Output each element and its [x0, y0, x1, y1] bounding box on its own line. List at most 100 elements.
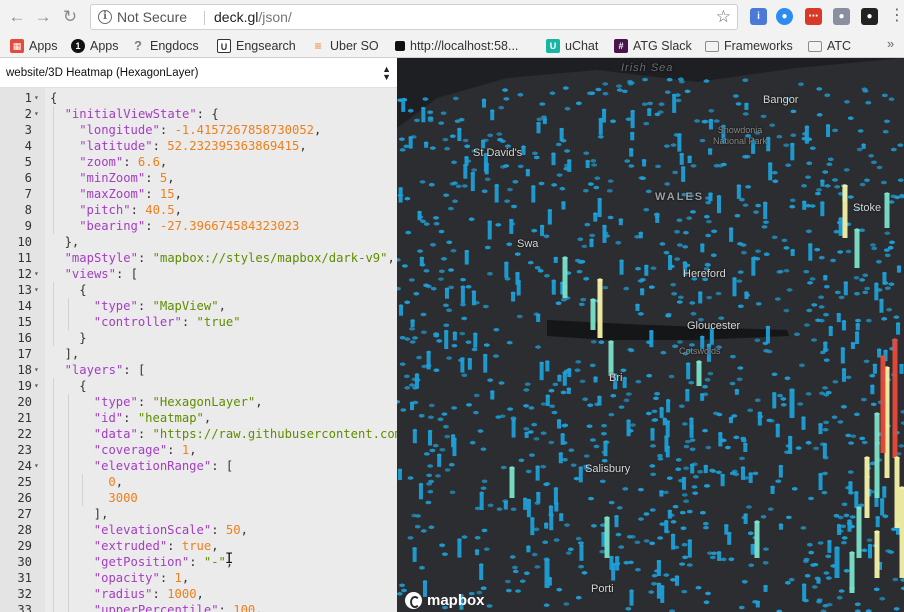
code-text: },	[65, 234, 80, 250]
code-token: "initialViewState"	[64, 107, 197, 121]
code-line[interactable]: 9 "bearing": -27.396674584323023	[0, 218, 397, 234]
bookmark-atg-slack[interactable]: # ATG Slack	[614, 37, 692, 55]
code-line[interactable]: 14 "type": "MapView",	[0, 298, 397, 314]
code-line[interactable]: 2 ▾ "initialViewState": {	[0, 106, 397, 122]
extension-robot-icon[interactable]: ●	[833, 8, 850, 25]
bookmark-label: Engdocs	[150, 39, 199, 53]
extension-glasses-icon[interactable]: ●	[861, 8, 878, 25]
fold-toggle-icon[interactable]: ▾	[34, 90, 39, 106]
reload-icon[interactable]: ↻	[59, 6, 81, 28]
code-line[interactable]: 20 "type": "HexagonLayer",	[0, 394, 397, 410]
bookmark-label: Uber SO	[330, 39, 379, 53]
bookmarks-overflow-icon[interactable]: »	[887, 36, 894, 51]
code-line[interactable]: 26 3000	[0, 490, 397, 506]
code-line[interactable]: 3 "longitude": -1.4157267858730052,	[0, 122, 397, 138]
code-line[interactable]: 18 ▾ "layers": [	[0, 362, 397, 378]
fold-toggle-icon[interactable]: ▾	[34, 378, 39, 394]
fold-toggle-icon[interactable]: ▾	[34, 282, 39, 298]
tall-hex-column	[789, 390, 795, 418]
tall-hex-column	[880, 357, 886, 453]
code-token: "-"	[203, 555, 226, 569]
url-text[interactable]: deck.gl/json/	[214, 9, 292, 25]
code-line[interactable]: 22 "data": "https://raw.githubusercontent…	[0, 426, 397, 442]
hex-column	[664, 436, 669, 452]
code-token: "HexagonLayer"	[152, 395, 256, 409]
code-line[interactable]: 5 "zoom": 6.6,	[0, 154, 397, 170]
tall-hex-column	[509, 468, 515, 498]
hex-column	[531, 186, 536, 203]
hex-column	[820, 202, 825, 217]
bookmark-engdocs[interactable]: ? Engdocs	[131, 37, 199, 55]
hex-column	[509, 220, 514, 234]
address-bar[interactable]: i Not Secure deck.gl/json/ ☆	[90, 4, 738, 30]
hex-column	[804, 126, 809, 144]
code-line[interactable]: 29 "extruded": true,	[0, 538, 397, 554]
hex-column	[611, 564, 616, 581]
fold-toggle-icon[interactable]: ▾	[34, 362, 39, 378]
fold-toggle-icon[interactable]: ▾	[34, 458, 39, 474]
bookmark-engsearch[interactable]: U Engsearch	[217, 37, 296, 55]
code-line[interactable]: 15 "controller": "true"	[0, 314, 397, 330]
info-icon[interactable]: i	[98, 10, 112, 24]
code-line[interactable]: 8 "pitch": 40.5,	[0, 202, 397, 218]
bookmark-atc[interactable]: ATC	[808, 37, 851, 55]
code-line[interactable]: 30 "getPosition": "-",	[0, 554, 397, 570]
browser-menu-icon[interactable]: ⋮	[889, 6, 904, 26]
code-line[interactable]: 19 ▾ {	[0, 378, 397, 394]
map-view[interactable]: Irish Sea Bangor Snowdonia National Park …	[397, 58, 904, 612]
bookmark-frameworks[interactable]: Frameworks	[705, 37, 793, 55]
code-token: ,	[181, 571, 190, 585]
code-line[interactable]: 1 ▾ {	[0, 90, 397, 106]
code-line[interactable]: 10},	[0, 234, 397, 250]
map-label-portsmouth: Porti	[591, 583, 614, 595]
code-line[interactable]: 31 "opacity": 1,	[0, 570, 397, 586]
code-line[interactable]: 4 "latitude": 52.232395363869415,	[0, 138, 397, 154]
code-line[interactable]: 6 "minZoom": 5,	[0, 170, 397, 186]
mapbox-attribution[interactable]: mapbox	[405, 592, 485, 609]
code-line[interactable]: 21 "id": "heatmap",	[0, 410, 397, 426]
code-line[interactable]: 23 "coverage": 1,	[0, 442, 397, 458]
indent-guide	[67, 298, 69, 330]
bookmark-uber-apps[interactable]: 1 Apps	[71, 37, 119, 55]
code-line[interactable]: 17],	[0, 346, 397, 362]
extension-video-icon[interactable]: ●	[776, 8, 793, 25]
code-line[interactable]: 25 0,	[0, 474, 397, 490]
code-line[interactable]: 28 "elevationScale": 50,	[0, 522, 397, 538]
code-token: },	[64, 235, 80, 249]
example-select[interactable]: website/3D Heatmap (HexagonLayer) ▲ ▼	[0, 58, 397, 88]
fold-toggle-icon[interactable]: ▾	[34, 266, 39, 282]
fold-toggle-icon[interactable]: ▾	[34, 106, 39, 122]
code-line[interactable]: 12 ▾ "views": [	[0, 266, 397, 282]
code-token: :	[145, 219, 160, 233]
code-line[interactable]: 13 ▾ {	[0, 282, 397, 298]
hex-column	[412, 548, 417, 562]
hex-column	[551, 153, 556, 166]
code-line[interactable]: 7 "maxZoom": 15,	[0, 186, 397, 202]
code-line[interactable]: 11 "mapStyle": "mapbox://styles/mapbox/da…	[0, 250, 397, 266]
code-token: :	[145, 171, 160, 185]
code-line[interactable]: 16}	[0, 330, 397, 346]
code-line[interactable]: 24 ▾ "elevationRange": [	[0, 458, 397, 474]
code-text: "bearing": -27.396674584323023	[79, 218, 299, 234]
code-token: 40.5	[145, 203, 175, 217]
back-arrow-icon[interactable]: ←	[6, 6, 28, 28]
bookmark-star-icon[interactable]: ☆	[716, 7, 731, 27]
bookmark-apps-grid[interactable]: ▦ Apps	[10, 37, 58, 55]
code-editor[interactable]: 1 ▾{2 ▾ "initialViewState": {3 "longitude": …	[0, 88, 397, 612]
bookmark-uchat[interactable]: U uChat	[546, 37, 598, 55]
code-token: :	[123, 411, 138, 425]
security-status[interactable]: Not Secure	[117, 9, 187, 25]
code-token: ,	[189, 443, 197, 457]
code-line[interactable]: 33 "upperPercentile": 100,	[0, 602, 397, 612]
bookmark-uber-so[interactable]: ≡ Uber SO	[311, 37, 379, 55]
bookmark-localhost[interactable]: http://localhost:58...	[395, 37, 518, 55]
code-line[interactable]: 32 "radius": 1000,	[0, 586, 397, 602]
tall-hex-column	[604, 518, 610, 558]
extension-dots-icon[interactable]: ⋯	[805, 8, 822, 25]
hexagon-heatmap[interactable]	[397, 58, 904, 612]
forward-arrow-icon[interactable]: →	[32, 6, 54, 28]
code-token: ,	[159, 155, 168, 169]
extension-info-icon[interactable]: i	[750, 8, 767, 25]
hex-column	[418, 484, 423, 500]
code-line[interactable]: 27],	[0, 506, 397, 522]
